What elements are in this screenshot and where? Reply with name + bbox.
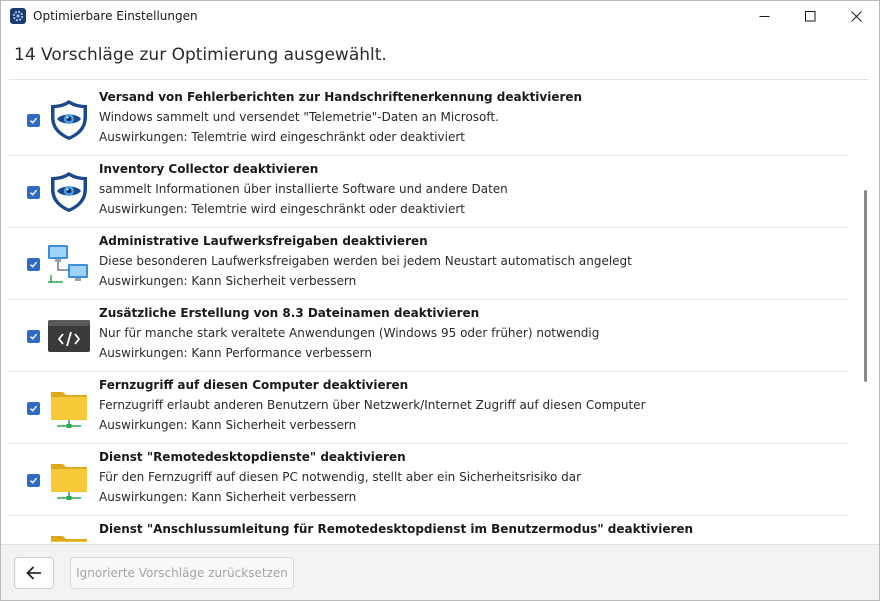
item-description: sammelt Informationen über installierte … <box>99 182 508 196</box>
item-checkbox[interactable] <box>27 474 40 487</box>
item-description: Diese besonderen Laufwerksfreigaben werd… <box>99 254 632 268</box>
network-folder-icon <box>47 386 91 430</box>
gear-icon <box>10 8 26 24</box>
item-impact: Auswirkungen: Kann Sicherheit verbessern <box>99 274 357 288</box>
checkmark-icon <box>30 261 38 268</box>
checkmark-icon <box>30 477 38 484</box>
list-item[interactable]: Dienst "Anschlussumleitung für Remotedes… <box>9 516 849 542</box>
list-item[interactable]: Inventory Collector deaktivieren sammelt… <box>9 156 849 228</box>
list-item[interactable]: Dienst "Remotedesktopdienste" deaktivier… <box>9 444 849 516</box>
scrollbar-thumb[interactable] <box>864 190 867 382</box>
item-title: Versand von Fehlerberichten zur Handschr… <box>99 90 583 104</box>
back-button[interactable] <box>14 557 54 589</box>
title-bar[interactable]: Optimierbare Einstellungen <box>1 1 879 32</box>
reset-ignored-button[interactable]: Ignorierte Vorschläge zurücksetzen <box>70 557 294 589</box>
maximize-icon <box>804 11 815 22</box>
window-title: Optimierbare Einstellungen <box>33 9 198 23</box>
list-item[interactable]: Administrative Laufwerksfreigaben deakti… <box>9 228 849 300</box>
item-title: Fernzugriff auf diesen Computer deaktivi… <box>99 378 409 392</box>
item-description: Für den Fernzugriff auf diesen PC notwen… <box>99 470 582 484</box>
item-description: Windows sammelt und versendet "Telemetri… <box>99 110 499 124</box>
arrow-left-icon <box>26 566 41 580</box>
item-impact: Auswirkungen: Kann Sicherheit verbessern <box>99 490 357 504</box>
close-icon <box>850 11 862 22</box>
close-button[interactable] <box>833 1 879 32</box>
list-item[interactable]: Versand von Fehlerberichten zur Handschr… <box>9 84 849 156</box>
item-impact: Auswirkungen: Kann Performance verbesser… <box>99 346 372 360</box>
item-description: Fernzugriff erlaubt anderen Benutzern üb… <box>99 398 646 412</box>
checkmark-icon <box>30 333 38 340</box>
main-content: 14 Vorschläge zur Optimierung ausgewählt… <box>1 32 879 544</box>
network-folder-icon <box>47 458 91 502</box>
checkmark-icon <box>30 117 38 124</box>
suggestion-list[interactable]: Versand von Fehlerberichten zur Handschr… <box>9 84 857 542</box>
maximize-button[interactable] <box>787 1 833 32</box>
network-computers-icon <box>47 242 91 286</box>
item-description: Nur für manche stark veraltete Anwendung… <box>99 326 600 340</box>
app-window: Optimierbare Einstellungen 14 Vorschläge… <box>0 0 880 601</box>
item-checkbox[interactable] <box>27 114 40 127</box>
list-item[interactable]: Fernzugriff auf diesen Computer deaktivi… <box>9 372 849 444</box>
item-impact: Auswirkungen: Telemtrie wird eingeschrän… <box>99 130 465 144</box>
item-title: Inventory Collector deaktivieren <box>99 162 319 176</box>
item-impact: Auswirkungen: Kann Sicherheit verbessern <box>99 418 357 432</box>
header-divider <box>9 79 869 80</box>
vertical-scrollbar[interactable] <box>863 86 869 542</box>
selection-summary: 14 Vorschläge zur Optimierung ausgewählt… <box>14 45 387 65</box>
item-title: Zusätzliche Erstellung von 8.3 Dateiname… <box>99 306 480 320</box>
list-item[interactable]: Zusätzliche Erstellung von 8.3 Dateiname… <box>9 300 849 372</box>
item-title: Administrative Laufwerksfreigaben deakti… <box>99 234 428 248</box>
item-title: Dienst "Remotedesktopdienste" deaktivier… <box>99 450 406 464</box>
item-checkbox[interactable] <box>27 258 40 271</box>
item-checkbox[interactable] <box>27 330 40 343</box>
checkmark-icon <box>30 189 38 196</box>
item-checkbox[interactable] <box>27 186 40 199</box>
network-folder-icon <box>47 530 91 542</box>
item-title: Dienst "Anschlussumleitung für Remotedes… <box>99 522 694 536</box>
minimize-button[interactable] <box>741 1 787 32</box>
code-window-icon <box>47 314 91 358</box>
checkmark-icon <box>30 405 38 412</box>
shield-eye-icon <box>47 98 91 142</box>
footer-bar: Ignorierte Vorschläge zurücksetzen <box>1 544 879 600</box>
item-impact: Auswirkungen: Telemtrie wird eingeschrän… <box>99 202 465 216</box>
minimize-icon <box>759 16 769 17</box>
item-checkbox[interactable] <box>27 402 40 415</box>
shield-eye-icon <box>47 170 91 214</box>
